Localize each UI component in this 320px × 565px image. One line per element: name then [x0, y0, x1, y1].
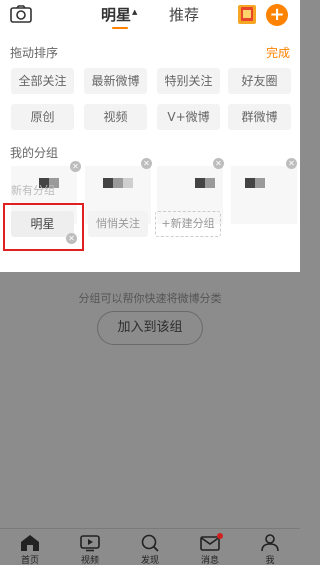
close-icon[interactable]: ✕ [66, 233, 77, 244]
caret-up-icon[interactable]: ▲ [132, 8, 137, 16]
tab-mingxing[interactable]: 明星 [101, 4, 131, 25]
sort-label: 拖动排序 [10, 46, 59, 60]
tab-indicator [112, 27, 128, 29]
chip-original[interactable]: 原创 [11, 104, 74, 130]
nav-home[interactable]: 首页 [5, 529, 55, 565]
done-button[interactable]: 完成 [266, 44, 290, 61]
close-icon[interactable]: ✕ [286, 158, 297, 169]
nav-label: 消息 [200, 556, 219, 565]
new-group-button[interactable]: +新建分组 [155, 211, 221, 237]
nav-label: 我 [265, 556, 275, 565]
blur-pixel [123, 178, 133, 188]
nav-video[interactable]: 视频 [65, 529, 115, 565]
group-card[interactable] [231, 166, 297, 224]
bottom-nav: 首页 视频 发现 消息 我 [0, 528, 300, 565]
chip-latest[interactable]: 最新微博 [84, 68, 147, 94]
nav-me[interactable]: 我 [245, 529, 295, 565]
chip-video[interactable]: 视频 [84, 104, 147, 130]
close-icon[interactable]: ✕ [141, 158, 152, 169]
chip-friends[interactable]: 好友圈 [228, 68, 291, 94]
nav-label: 首页 [20, 556, 39, 565]
blur-pixel [103, 178, 113, 188]
chip-group-weibo[interactable]: 群微博 [228, 104, 291, 130]
group-chip-mingxing[interactable]: 明星 [11, 211, 74, 237]
close-icon[interactable]: ✕ [70, 161, 81, 172]
blur-pixel [205, 178, 215, 188]
blur-pixel [195, 178, 205, 188]
tab-recommend[interactable]: 推荐 [169, 4, 199, 25]
home-icon [21, 535, 39, 551]
group-card-label: 新有分组 [11, 184, 55, 197]
group-chip-quiet-follow[interactable]: 悄悄关注 [88, 211, 148, 237]
discover-icon [141, 534, 159, 552]
camera-icon[interactable] [10, 5, 32, 23]
profile-icon [261, 534, 279, 552]
nav-discover[interactable]: 发现 [125, 529, 175, 565]
nav-label: 发现 [140, 556, 159, 565]
video-icon [80, 535, 100, 552]
my-groups-label: 我的分组 [10, 146, 59, 160]
unread-badge [217, 533, 223, 539]
chip-vplus[interactable]: V+微博 [157, 104, 220, 130]
promo-card-icon[interactable] [236, 3, 258, 25]
blur-pixel [245, 178, 255, 188]
join-group-button[interactable]: 加入到该组 [97, 311, 203, 345]
top-bar: 明星 ▲ 推荐 + [0, 0, 300, 30]
plus-icon[interactable]: + [266, 4, 288, 26]
blur-pixel [113, 178, 123, 188]
group-hint-text: 分组可以帮你快速将微博分类 [78, 292, 222, 305]
chip-all-follow[interactable]: 全部关注 [11, 68, 74, 94]
nav-messages[interactable]: 消息 [185, 529, 235, 565]
close-icon[interactable]: ✕ [213, 158, 224, 169]
blur-pixel [255, 178, 265, 188]
chip-special[interactable]: 特别关注 [157, 68, 220, 94]
nav-label: 视频 [80, 556, 99, 565]
